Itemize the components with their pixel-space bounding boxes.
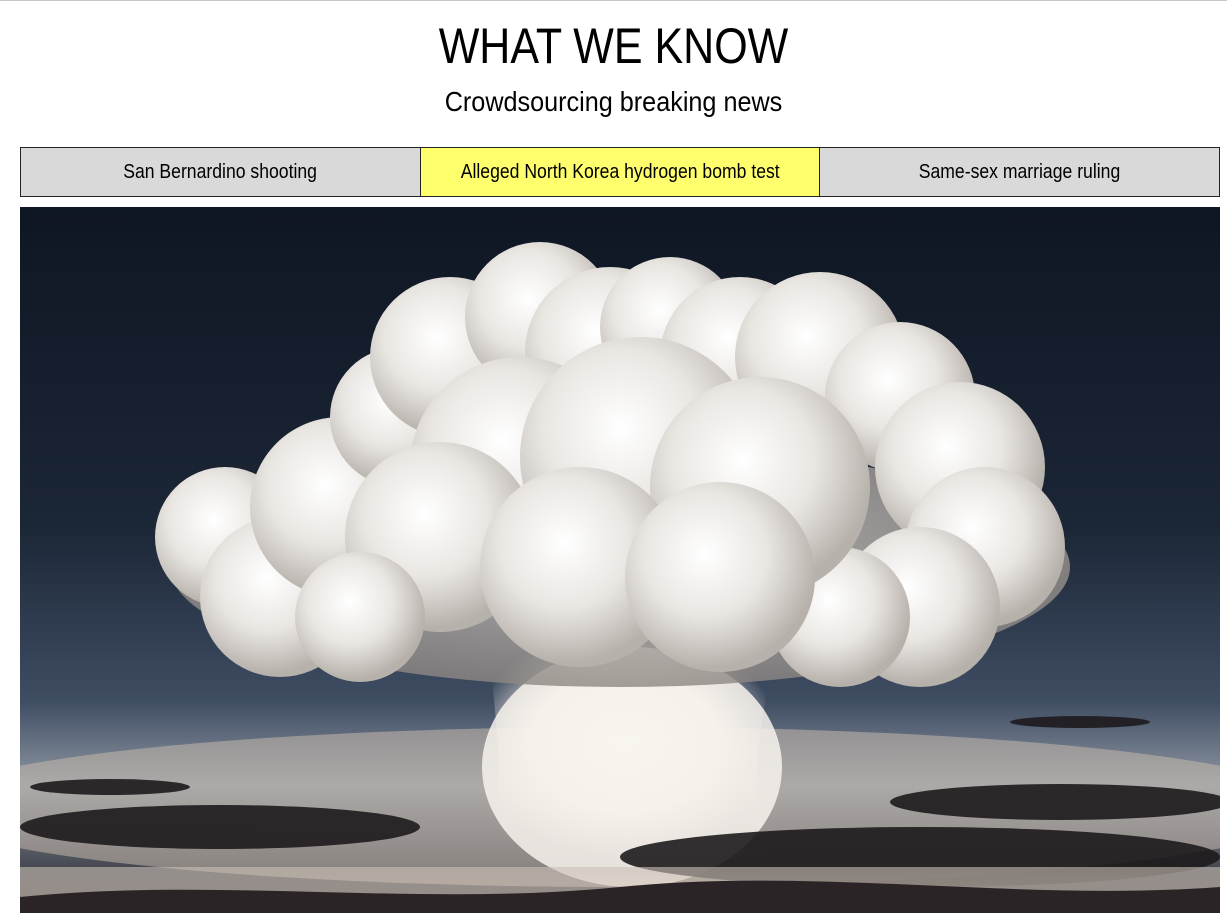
tab-same-sex-marriage-ruling[interactable]: Same-sex marriage ruling — [819, 147, 1221, 197]
tab-label: San Bernardino shooting — [123, 160, 318, 183]
tab-label: Alleged North Korea hydrogen bomb test — [460, 160, 780, 183]
site-title: WHAT WE KNOW — [438, 18, 789, 74]
tab-label: Same-sex marriage ruling — [918, 160, 1121, 183]
top-divider — [0, 0, 1227, 1]
site-subtitle: Crowdsourcing breaking news — [444, 86, 783, 117]
hero-image-mushroom-cloud — [20, 207, 1220, 913]
tab-north-korea-hydrogen-bomb-test[interactable]: Alleged North Korea hydrogen bomb test — [419, 147, 821, 197]
tab-san-bernardino-shooting[interactable]: San Bernardino shooting — [20, 147, 421, 197]
story-tabs: San Bernardino shooting Alleged North Ko… — [20, 147, 1221, 197]
